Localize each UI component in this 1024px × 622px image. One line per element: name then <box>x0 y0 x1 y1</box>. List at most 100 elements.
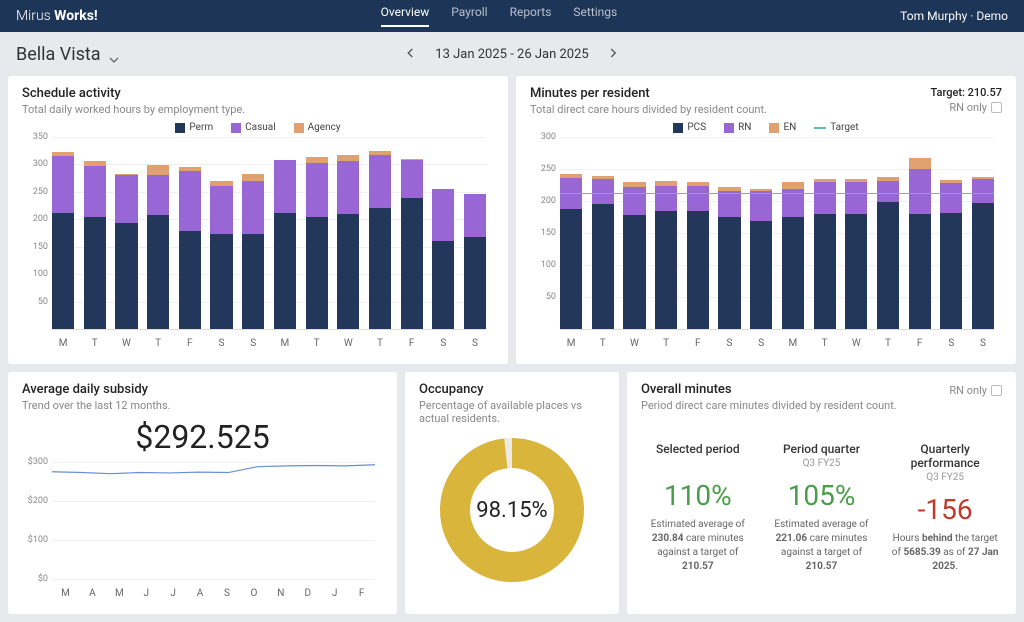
x-tick: T <box>369 338 391 349</box>
nav-payroll[interactable]: Payroll <box>451 5 487 27</box>
bar-column: M <box>560 137 582 329</box>
legend-label: RN <box>738 122 751 133</box>
x-tick: M <box>52 588 79 599</box>
bar-column: S <box>464 137 486 329</box>
metric-period-quarter: Period quarter Q3 FY25 105% Estimated av… <box>765 442 879 574</box>
legend-swatch-casual <box>231 123 241 133</box>
bar-segment <box>147 215 169 329</box>
legend-swatch-en <box>769 123 779 133</box>
minutes-target-meta: Target: 210.57 RN only <box>931 86 1002 114</box>
user-block[interactable]: Tom Murphy · Demo <box>900 9 1008 23</box>
x-tick: F <box>909 338 931 349</box>
checkbox-icon <box>991 102 1002 113</box>
bar-column: S <box>210 137 232 329</box>
bar-column: T <box>306 137 328 329</box>
nav-overview[interactable]: Overview <box>381 5 430 27</box>
rn-only-label: RN only <box>949 101 987 114</box>
y-tick: $0 <box>26 574 48 584</box>
x-tick: M <box>782 338 804 349</box>
rn-only-toggle[interactable]: RN only <box>949 384 1002 397</box>
rn-only-toggle[interactable]: RN only <box>949 101 1002 114</box>
bar-column: F <box>179 137 201 329</box>
bar-segment <box>401 160 423 198</box>
x-tick: S <box>464 338 486 349</box>
card-average-subsidy: Average daily subsidy Trend over the las… <box>8 372 397 614</box>
bar-column: T <box>147 137 169 329</box>
metric-selected-period: Selected period 110% Estimated average o… <box>641 442 755 574</box>
bar-column: W <box>623 137 645 329</box>
bar-column: W <box>115 137 137 329</box>
bar-segment <box>655 211 677 329</box>
x-tick: S <box>750 338 772 349</box>
bar-segment <box>242 234 264 329</box>
top-bar: Mirus Works! Overview Payroll Reports Se… <box>0 0 1024 32</box>
date-next-button[interactable] <box>605 43 623 66</box>
x-tick: M <box>560 338 582 349</box>
bar-segment <box>115 175 137 223</box>
y-tick: 100 <box>26 269 48 279</box>
location-picker[interactable]: Bella Vista <box>16 44 119 65</box>
metric-sub: Q3 FY25 <box>888 472 1002 483</box>
bar-segment <box>210 186 232 234</box>
x-tick: A <box>187 588 214 599</box>
x-tick: T <box>84 338 106 349</box>
bar-segment <box>972 179 994 203</box>
date-range: 13 Jan 2025 - 26 Jan 2025 <box>401 43 622 66</box>
rn-only-label: RN only <box>949 384 987 397</box>
bar-segment <box>687 211 709 329</box>
y-tick: 250 <box>534 164 556 174</box>
x-tick: T <box>147 338 169 349</box>
bar-segment <box>401 198 423 329</box>
y-tick: $200 <box>26 496 48 506</box>
bar-segment <box>845 182 867 214</box>
bar-segment <box>84 166 106 216</box>
occupancy-value: 98.15% <box>437 435 587 585</box>
legend-label: EN <box>783 122 796 133</box>
bar-segment <box>877 202 899 329</box>
bar-segment <box>782 182 804 190</box>
legend-swatch-rn <box>724 123 734 133</box>
x-tick: O <box>240 588 267 599</box>
y-tick: 250 <box>26 187 48 197</box>
checkbox-icon <box>991 385 1002 396</box>
x-tick: F <box>687 338 709 349</box>
y-tick: 300 <box>26 159 48 169</box>
y-tick: 300 <box>534 132 556 142</box>
metric-title: Quarterly performance <box>888 442 1002 470</box>
bar-segment <box>52 156 74 213</box>
bar-segment <box>972 203 994 329</box>
brand: Mirus Works! <box>16 8 98 24</box>
date-range-label[interactable]: 13 Jan 2025 - 26 Jan 2025 <box>435 47 588 62</box>
nav-settings[interactable]: Settings <box>573 5 617 27</box>
bar-column: S <box>750 137 772 329</box>
bar-column: S <box>940 137 962 329</box>
metric-sub: Q3 FY25 <box>765 458 879 469</box>
bar-segment <box>274 213 296 329</box>
bar-segment <box>940 183 962 212</box>
y-tick: 50 <box>534 292 556 302</box>
bar-segment <box>179 171 201 231</box>
metric-desc: Estimated average of 221.06 care minutes… <box>765 518 879 574</box>
bar-column: T <box>369 137 391 329</box>
card-subtitle: Total daily worked hours by employment t… <box>22 103 494 116</box>
nav-reports[interactable]: Reports <box>510 5 552 27</box>
y-tick: 200 <box>26 214 48 224</box>
x-tick: F <box>179 338 201 349</box>
schedule-chart: 50100150200250300350MTWTFSSMTWTFSS <box>22 137 494 352</box>
target-label: Target: 210.57 <box>931 86 1002 99</box>
x-tick: T <box>877 338 899 349</box>
bar-segment <box>909 169 931 214</box>
x-tick: F <box>401 338 423 349</box>
legend-label: PCS <box>687 122 706 133</box>
bar-column: F <box>687 137 709 329</box>
x-tick: T <box>814 338 836 349</box>
x-tick: W <box>845 338 867 349</box>
date-prev-button[interactable] <box>401 43 419 66</box>
x-tick: J <box>321 588 348 599</box>
bar-segment <box>877 181 899 203</box>
bar-segment <box>687 186 709 210</box>
location-name: Bella Vista <box>16 44 101 65</box>
card-title: Average daily subsidy <box>22 382 383 397</box>
schedule-legend: Perm Casual Agency <box>22 122 494 133</box>
x-tick: W <box>623 338 645 349</box>
